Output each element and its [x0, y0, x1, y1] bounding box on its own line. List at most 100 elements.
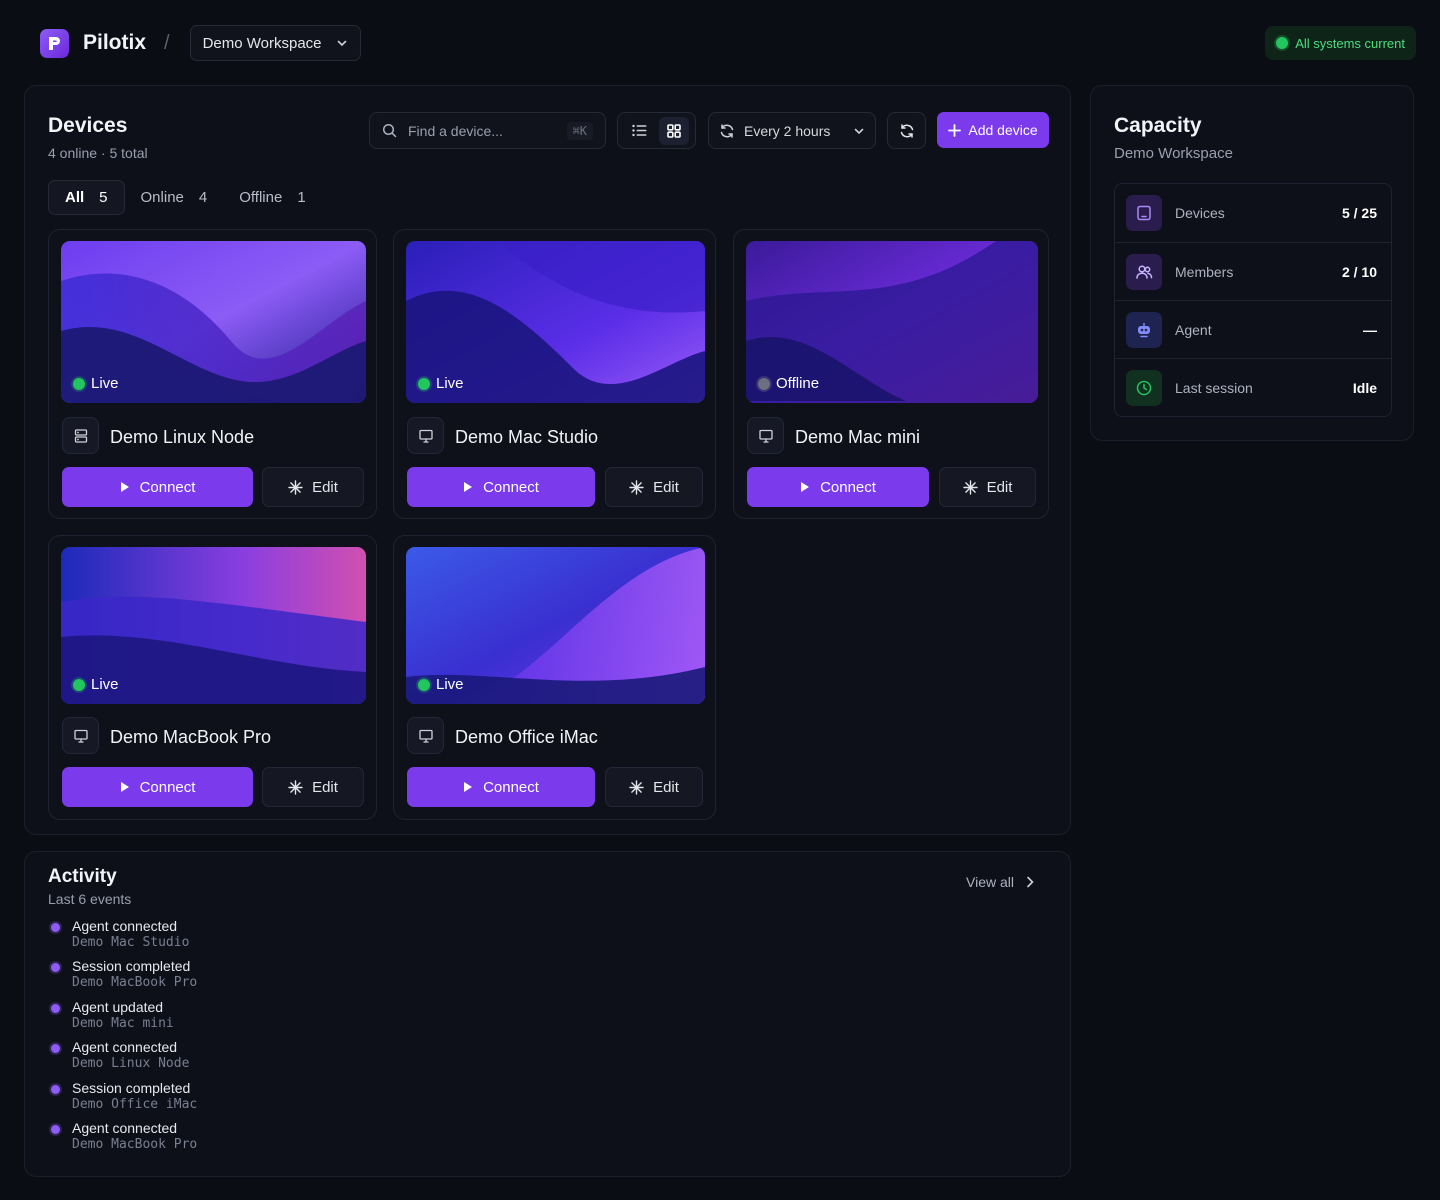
event-dot-icon [51, 1003, 60, 1013]
sync-icon [720, 123, 734, 138]
monitor-icon [62, 717, 99, 754]
edit-label: Edit [653, 478, 679, 496]
sparkle-icon [629, 779, 644, 795]
grid-view-button[interactable] [658, 116, 689, 145]
connect-button[interactable]: Connect [62, 767, 253, 807]
device-card-linux-node: Live Demo Linux Node Connect Edit [48, 229, 377, 519]
tab-offline[interactable]: Offline 1 [223, 180, 321, 215]
activity-list: Agent connected Demo Mac Studio Session c… [50, 918, 197, 1160]
connect-button[interactable]: Connect [62, 467, 253, 507]
list-item[interactable]: Agent updated Demo Mac mini [50, 999, 197, 1039]
list-icon [632, 124, 647, 137]
device-thumbnail[interactable]: Live [406, 547, 705, 704]
status-badge: Live [418, 375, 464, 392]
event-device: Demo Linux Node [72, 1056, 190, 1072]
add-device-button[interactable]: Add device [937, 112, 1049, 148]
edit-button[interactable]: Edit [262, 767, 364, 807]
live-dot-icon [73, 678, 85, 691]
list-item[interactable]: Agent connected Demo Mac Studio [50, 918, 197, 958]
grid-icon [666, 123, 681, 138]
breadcrumb-separator: / [164, 31, 170, 54]
connect-label: Connect [139, 478, 196, 496]
top-bar: Pilotix / Demo Workspace All systems cur… [40, 25, 1416, 61]
edit-button[interactable]: Edit [939, 467, 1036, 507]
list-item[interactable]: Session completed Demo Office iMac [50, 1080, 197, 1120]
event-dot-icon [51, 963, 60, 973]
event-title: Session completed [72, 958, 191, 975]
list-item[interactable]: Agent connected Demo MacBook Pro [50, 1120, 197, 1160]
capacity-label: Last session [1175, 379, 1253, 396]
capacity-label: Devices [1175, 205, 1225, 221]
live-dot-icon [418, 678, 430, 691]
live-dot-icon [418, 377, 430, 390]
capacity-row-last-session: Last session Idle [1115, 358, 1391, 416]
devices-title: Devices [48, 114, 128, 137]
monitor-icon [407, 717, 444, 754]
list-view-button[interactable] [624, 117, 654, 145]
search-icon [382, 123, 397, 138]
list-item[interactable]: Agent connected Demo Linux Node [50, 1039, 197, 1079]
refresh-interval-select[interactable]: Every 2 hours [708, 112, 876, 149]
connect-button[interactable]: Connect [407, 467, 595, 507]
event-device: Demo MacBook Pro [72, 975, 198, 991]
play-icon [801, 482, 810, 492]
device-thumbnail[interactable]: Live [61, 241, 366, 403]
status-label: Live [436, 375, 464, 392]
sparkle-icon [629, 479, 644, 495]
connect-button[interactable]: Connect [747, 467, 929, 507]
device-card-mac-studio: Live Demo Mac Studio Connect Edit [393, 229, 716, 519]
device-thumbnail[interactable]: Offline [746, 241, 1038, 403]
capacity-label: Members [1175, 263, 1234, 280]
play-icon [464, 482, 473, 492]
refresh-icon [900, 123, 913, 138]
connect-label: Connect [483, 478, 539, 496]
tab-label: Online [140, 189, 184, 206]
event-device: Demo Mac mini [72, 1015, 174, 1031]
capacity-subtitle: Demo Workspace [1114, 145, 1233, 162]
edit-button[interactable]: Edit [605, 767, 703, 807]
status-dot-icon [1276, 37, 1289, 49]
system-status-badge[interactable]: All systems current [1265, 26, 1416, 60]
device-card-mac-mini: Offline Demo Mac mini Connect Edit [733, 229, 1049, 519]
event-dot-icon [51, 923, 60, 932]
activity-subtitle: Last 6 events [48, 891, 132, 907]
monitor-icon [407, 417, 444, 454]
capacity-value: Idle [1352, 379, 1377, 396]
capacity-table: Devices 5 / 25 Members 2 / 10 Agent — La… [1114, 183, 1392, 417]
connect-label: Connect [139, 778, 196, 796]
workspace-select[interactable]: Demo Workspace [189, 25, 361, 61]
event-title: Agent connected [72, 918, 178, 934]
tab-all[interactable]: All 5 [48, 180, 125, 215]
event-title: Agent connected [72, 1119, 178, 1136]
offline-dot-icon [758, 377, 770, 390]
view-toggle [617, 112, 696, 149]
devices-panel: Devices 4 online · 5 total Find a device… [24, 85, 1071, 835]
sparkle-icon [288, 479, 303, 495]
device-search[interactable]: Find a device... ⌘K [369, 112, 606, 149]
connect-button[interactable]: Connect [407, 767, 595, 807]
capacity-title: Capacity [1114, 114, 1202, 137]
capacity-row-agent: Agent — [1115, 300, 1391, 358]
edit-button[interactable]: Edit [605, 467, 703, 507]
clock-icon [1126, 369, 1162, 406]
brand-name: Pilotix [83, 31, 147, 54]
plus-icon [948, 123, 962, 137]
status-badge: Live [418, 676, 464, 693]
event-title: Agent updated [72, 998, 164, 1015]
tab-count: 1 [297, 189, 306, 206]
system-status-label: All systems current [1295, 35, 1405, 51]
event-device: Demo Mac Studio [72, 935, 190, 950]
view-all-link[interactable]: View all [966, 874, 1034, 890]
interval-label: Every 2 hours [744, 122, 831, 139]
device-thumbnail[interactable]: Live [406, 241, 705, 403]
event-device: Demo MacBook Pro [72, 1136, 198, 1152]
list-item[interactable]: Session completed Demo MacBook Pro [50, 958, 197, 998]
workspace-select-label: Demo Workspace [202, 34, 322, 52]
search-input[interactable]: Find a device... [408, 123, 503, 139]
tablet-icon [1126, 195, 1162, 231]
pilotix-logo-icon[interactable] [40, 28, 69, 58]
edit-button[interactable]: Edit [262, 467, 364, 507]
refresh-button[interactable] [887, 112, 926, 149]
tab-online[interactable]: Online 4 [125, 180, 224, 215]
device-thumbnail[interactable]: Live [61, 547, 366, 704]
